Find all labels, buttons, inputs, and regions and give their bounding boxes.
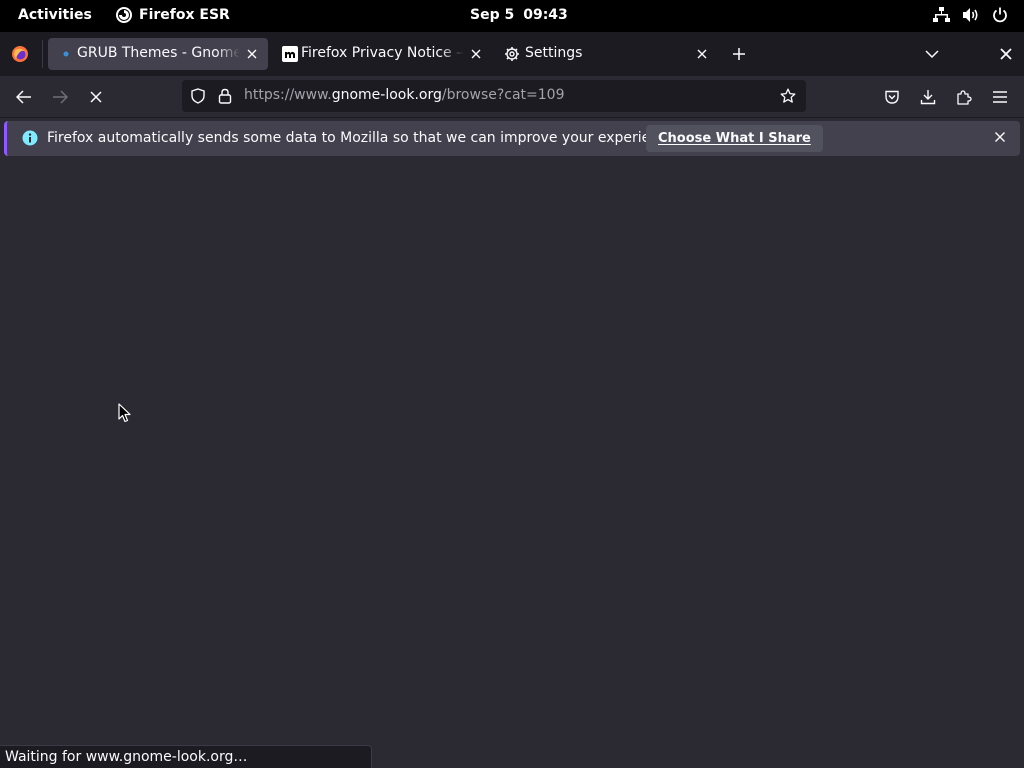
status-panel: Waiting for www.gnome-look.org…	[0, 745, 372, 768]
list-all-tabs-chevron-down-icon[interactable]	[922, 44, 942, 64]
url-host: gnome-look.org	[331, 87, 442, 103]
gnome-top-bar: Activities Firefox ESR Sep 5 09:43	[0, 0, 1024, 32]
tab-title: Settings	[525, 45, 583, 61]
info-icon	[22, 130, 38, 146]
downloads-icon[interactable]	[916, 85, 940, 109]
mozilla-favicon	[282, 46, 298, 62]
tab-separator	[42, 40, 43, 68]
page-content-area[interactable]	[0, 160, 1024, 768]
tab-close-icon[interactable]	[694, 46, 710, 62]
gnome-look-favicon	[58, 46, 74, 62]
tab-strip: GRUB Themes - Gnome-l Firefox Privacy No…	[0, 32, 1024, 76]
firefox-app-icon	[116, 7, 132, 23]
tab-close-icon[interactable]	[244, 46, 260, 62]
data-collection-notification-bar: Firefox automatically sends some data to…	[4, 121, 1020, 156]
url-text[interactable]: https://www.gnome-look.org/browse?cat=10…	[244, 87, 565, 103]
app-name: Firefox ESR	[139, 7, 230, 23]
url-bar[interactable]: https://www.gnome-look.org/browse?cat=10…	[182, 80, 806, 112]
url-prefix: https://www.	[244, 87, 332, 103]
mouse-cursor-icon	[118, 403, 131, 423]
hamburger-menu-icon[interactable]	[988, 85, 1012, 109]
gear-icon	[504, 46, 520, 62]
power-icon	[993, 7, 1007, 23]
tracking-protection-shield-icon[interactable]	[190, 88, 206, 104]
tab-grub-themes[interactable]: GRUB Themes - Gnome-l	[48, 38, 268, 70]
bookmark-star-icon[interactable]	[780, 88, 796, 104]
app-menu[interactable]: Firefox ESR	[116, 7, 230, 23]
clock-date: Sep 5	[470, 7, 515, 23]
clock[interactable]: Sep 5 09:43	[470, 7, 568, 23]
choose-what-i-share-button[interactable]: Choose What I Share	[646, 125, 823, 152]
extensions-puzzle-icon[interactable]	[952, 85, 976, 109]
tab-settings[interactable]: Settings	[496, 38, 718, 70]
tab-title-fade	[216, 40, 240, 68]
clock-time: 09:43	[523, 7, 568, 23]
new-tab-icon[interactable]	[729, 44, 749, 64]
url-path: /browse?cat=109	[441, 87, 565, 103]
window-close-icon[interactable]	[996, 44, 1016, 64]
tab-title-fade	[440, 40, 464, 68]
network-icon	[933, 7, 950, 22]
pocket-icon[interactable]	[880, 85, 904, 109]
navigation-toolbar: https://www.gnome-look.org/browse?cat=10…	[0, 76, 1024, 118]
tab-privacy-notice[interactable]: Firefox Privacy Notice — M	[272, 38, 492, 70]
tab-close-icon[interactable]	[468, 46, 484, 62]
close-notification-icon[interactable]	[994, 131, 1006, 143]
firefox-view-icon[interactable]	[11, 45, 29, 63]
system-tray[interactable]	[933, 7, 1008, 23]
notification-message: Firefox automatically sends some data to…	[47, 130, 680, 146]
forward-arrow-icon[interactable]	[48, 85, 72, 109]
back-arrow-icon[interactable]	[12, 85, 36, 109]
activities-button[interactable]: Activities	[18, 7, 92, 23]
tab-title: Firefox Privacy Notice — M	[301, 45, 463, 61]
stop-loading-icon[interactable]	[84, 85, 108, 109]
lock-icon[interactable]	[218, 88, 232, 104]
volume-icon	[963, 8, 978, 22]
tab-title: GRUB Themes - Gnome-l	[77, 45, 239, 61]
